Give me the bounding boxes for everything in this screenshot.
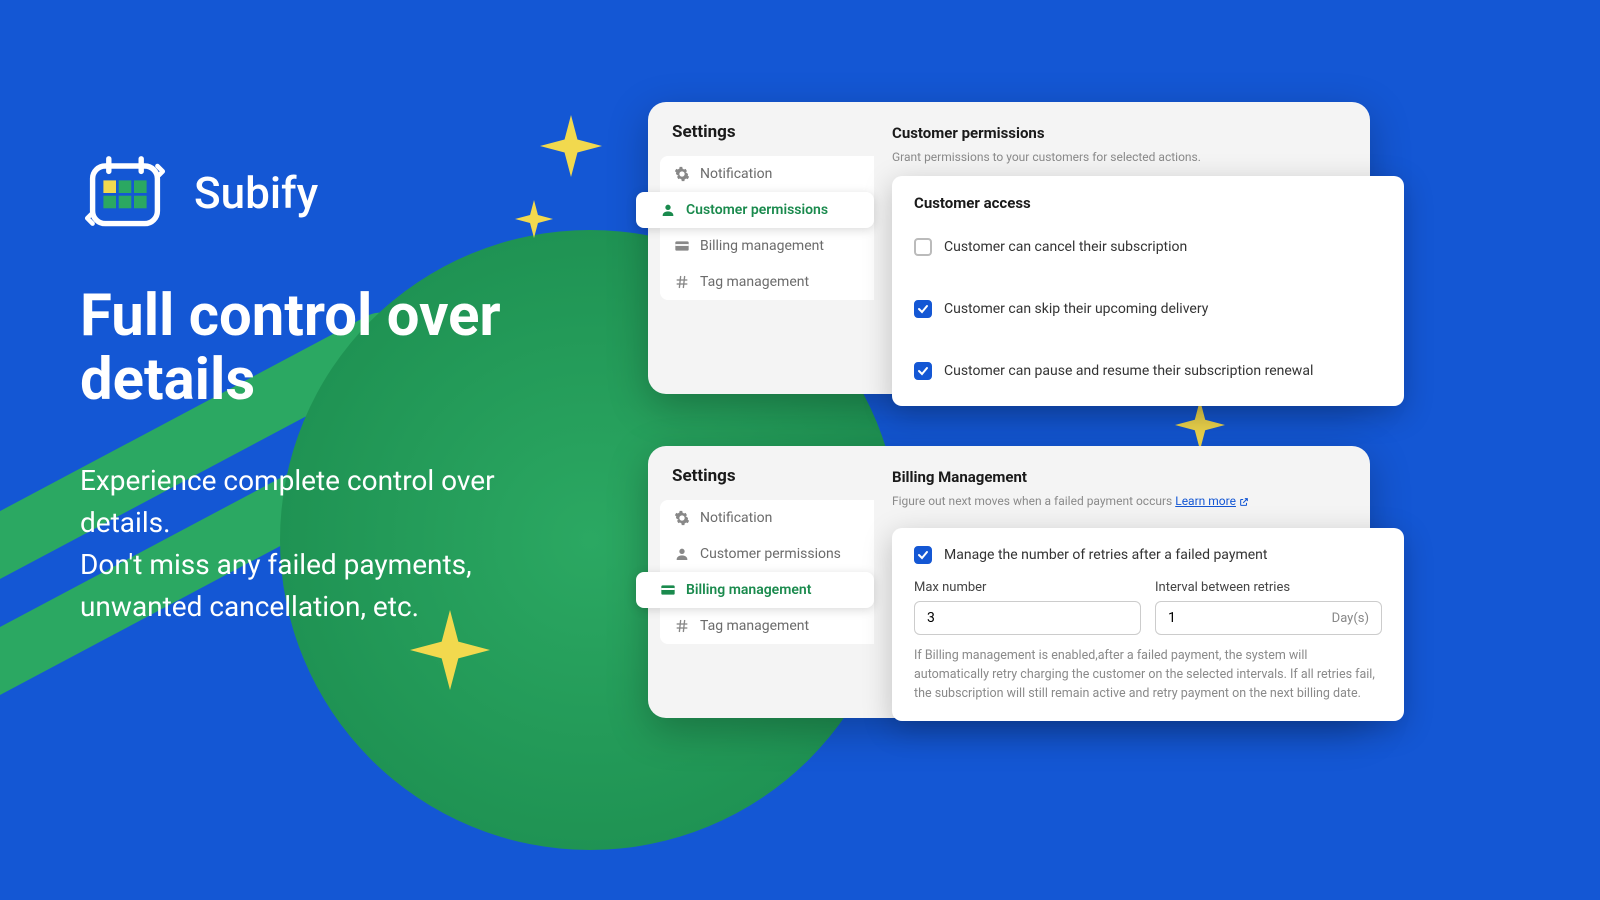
sidebar-item-label: Notification	[700, 510, 772, 526]
checkbox-checked[interactable]	[914, 546, 932, 564]
panel-title: Customer access	[914, 194, 1382, 212]
permission-row-pause[interactable]: Customer can pause and resume their subs…	[914, 354, 1382, 388]
interval-label: Interval between retries	[1155, 580, 1382, 595]
permission-label: Customer can cancel their subscription	[944, 239, 1187, 255]
content-title: Billing Management	[892, 468, 1350, 486]
sidebar-item-notification[interactable]: Notification	[660, 500, 874, 536]
card-icon	[674, 238, 690, 254]
sidebar-item-label: Customer permissions	[686, 202, 828, 218]
permission-row-cancel[interactable]: Customer can cancel their subscription	[914, 230, 1382, 264]
logo-icon	[80, 148, 170, 238]
sparkle-icon	[1175, 400, 1225, 450]
sparkle-icon	[515, 200, 553, 238]
person-icon	[674, 546, 690, 562]
hash-icon	[674, 618, 690, 634]
sidebar-title: Settings	[648, 122, 874, 156]
subtext: Experience complete control over details…	[80, 460, 580, 628]
hash-icon	[674, 274, 690, 290]
headline: Full control over details	[80, 285, 600, 413]
sidebar-item-customer-permissions[interactable]: Customer permissions	[660, 536, 874, 572]
checkbox-checked[interactable]	[914, 300, 932, 318]
interval-suffix: Day(s)	[1332, 611, 1369, 626]
gear-icon	[674, 510, 690, 526]
sidebar-item-label: Billing management	[700, 238, 824, 254]
billing-retry-panel: Manage the number of retries after a fai…	[892, 528, 1404, 721]
permission-row-skip[interactable]: Customer can skip their upcoming deliver…	[914, 292, 1382, 326]
sidebar-item-label: Notification	[700, 166, 772, 182]
sidebar-item-label: Customer permissions	[700, 546, 841, 562]
sidebar-item-tag[interactable]: Tag management	[660, 608, 874, 644]
manage-retries-row[interactable]: Manage the number of retries after a fai…	[914, 546, 1382, 564]
interval-input[interactable]: 1 Day(s)	[1155, 601, 1382, 635]
manage-retries-label: Manage the number of retries after a fai…	[944, 547, 1267, 563]
sidebar-item-notification[interactable]: Notification	[660, 156, 874, 192]
customer-access-panel: Customer access Customer can cancel thei…	[892, 176, 1404, 406]
learn-more-link[interactable]: Learn more	[1175, 494, 1249, 508]
sidebar-item-customer-permissions[interactable]: Customer permissions	[636, 192, 874, 228]
max-number-label: Max number	[914, 580, 1141, 595]
content-subtitle: Grant permissions to your customers for …	[892, 150, 1350, 164]
sidebar-item-billing[interactable]: Billing management	[636, 572, 874, 608]
sidebar-item-billing[interactable]: Billing management	[660, 228, 874, 264]
sidebar-title: Settings	[648, 466, 874, 500]
permission-label: Customer can skip their upcoming deliver…	[944, 301, 1208, 317]
checkbox-checked[interactable]	[914, 362, 932, 380]
max-number-input[interactable]: 3	[914, 601, 1141, 635]
permission-label: Customer can pause and resume their subs…	[944, 363, 1313, 379]
logo-text: Subify	[194, 167, 318, 219]
sidebar-item-label: Tag management	[700, 618, 809, 634]
card-icon	[660, 582, 676, 598]
content-subtitle: Figure out next moves when a failed paym…	[892, 494, 1350, 508]
sidebar-item-label: Billing management	[686, 582, 811, 598]
sidebar-item-tag[interactable]: Tag management	[660, 264, 874, 300]
sidebar-item-label: Tag management	[700, 274, 809, 290]
checkbox-unchecked[interactable]	[914, 238, 932, 256]
help-text: If Billing management is enabled,after a…	[914, 647, 1382, 703]
sparkle-icon	[540, 115, 602, 177]
gear-icon	[674, 166, 690, 182]
person-icon	[660, 202, 676, 218]
external-link-icon	[1239, 497, 1249, 507]
content-title: Customer permissions	[892, 124, 1350, 142]
